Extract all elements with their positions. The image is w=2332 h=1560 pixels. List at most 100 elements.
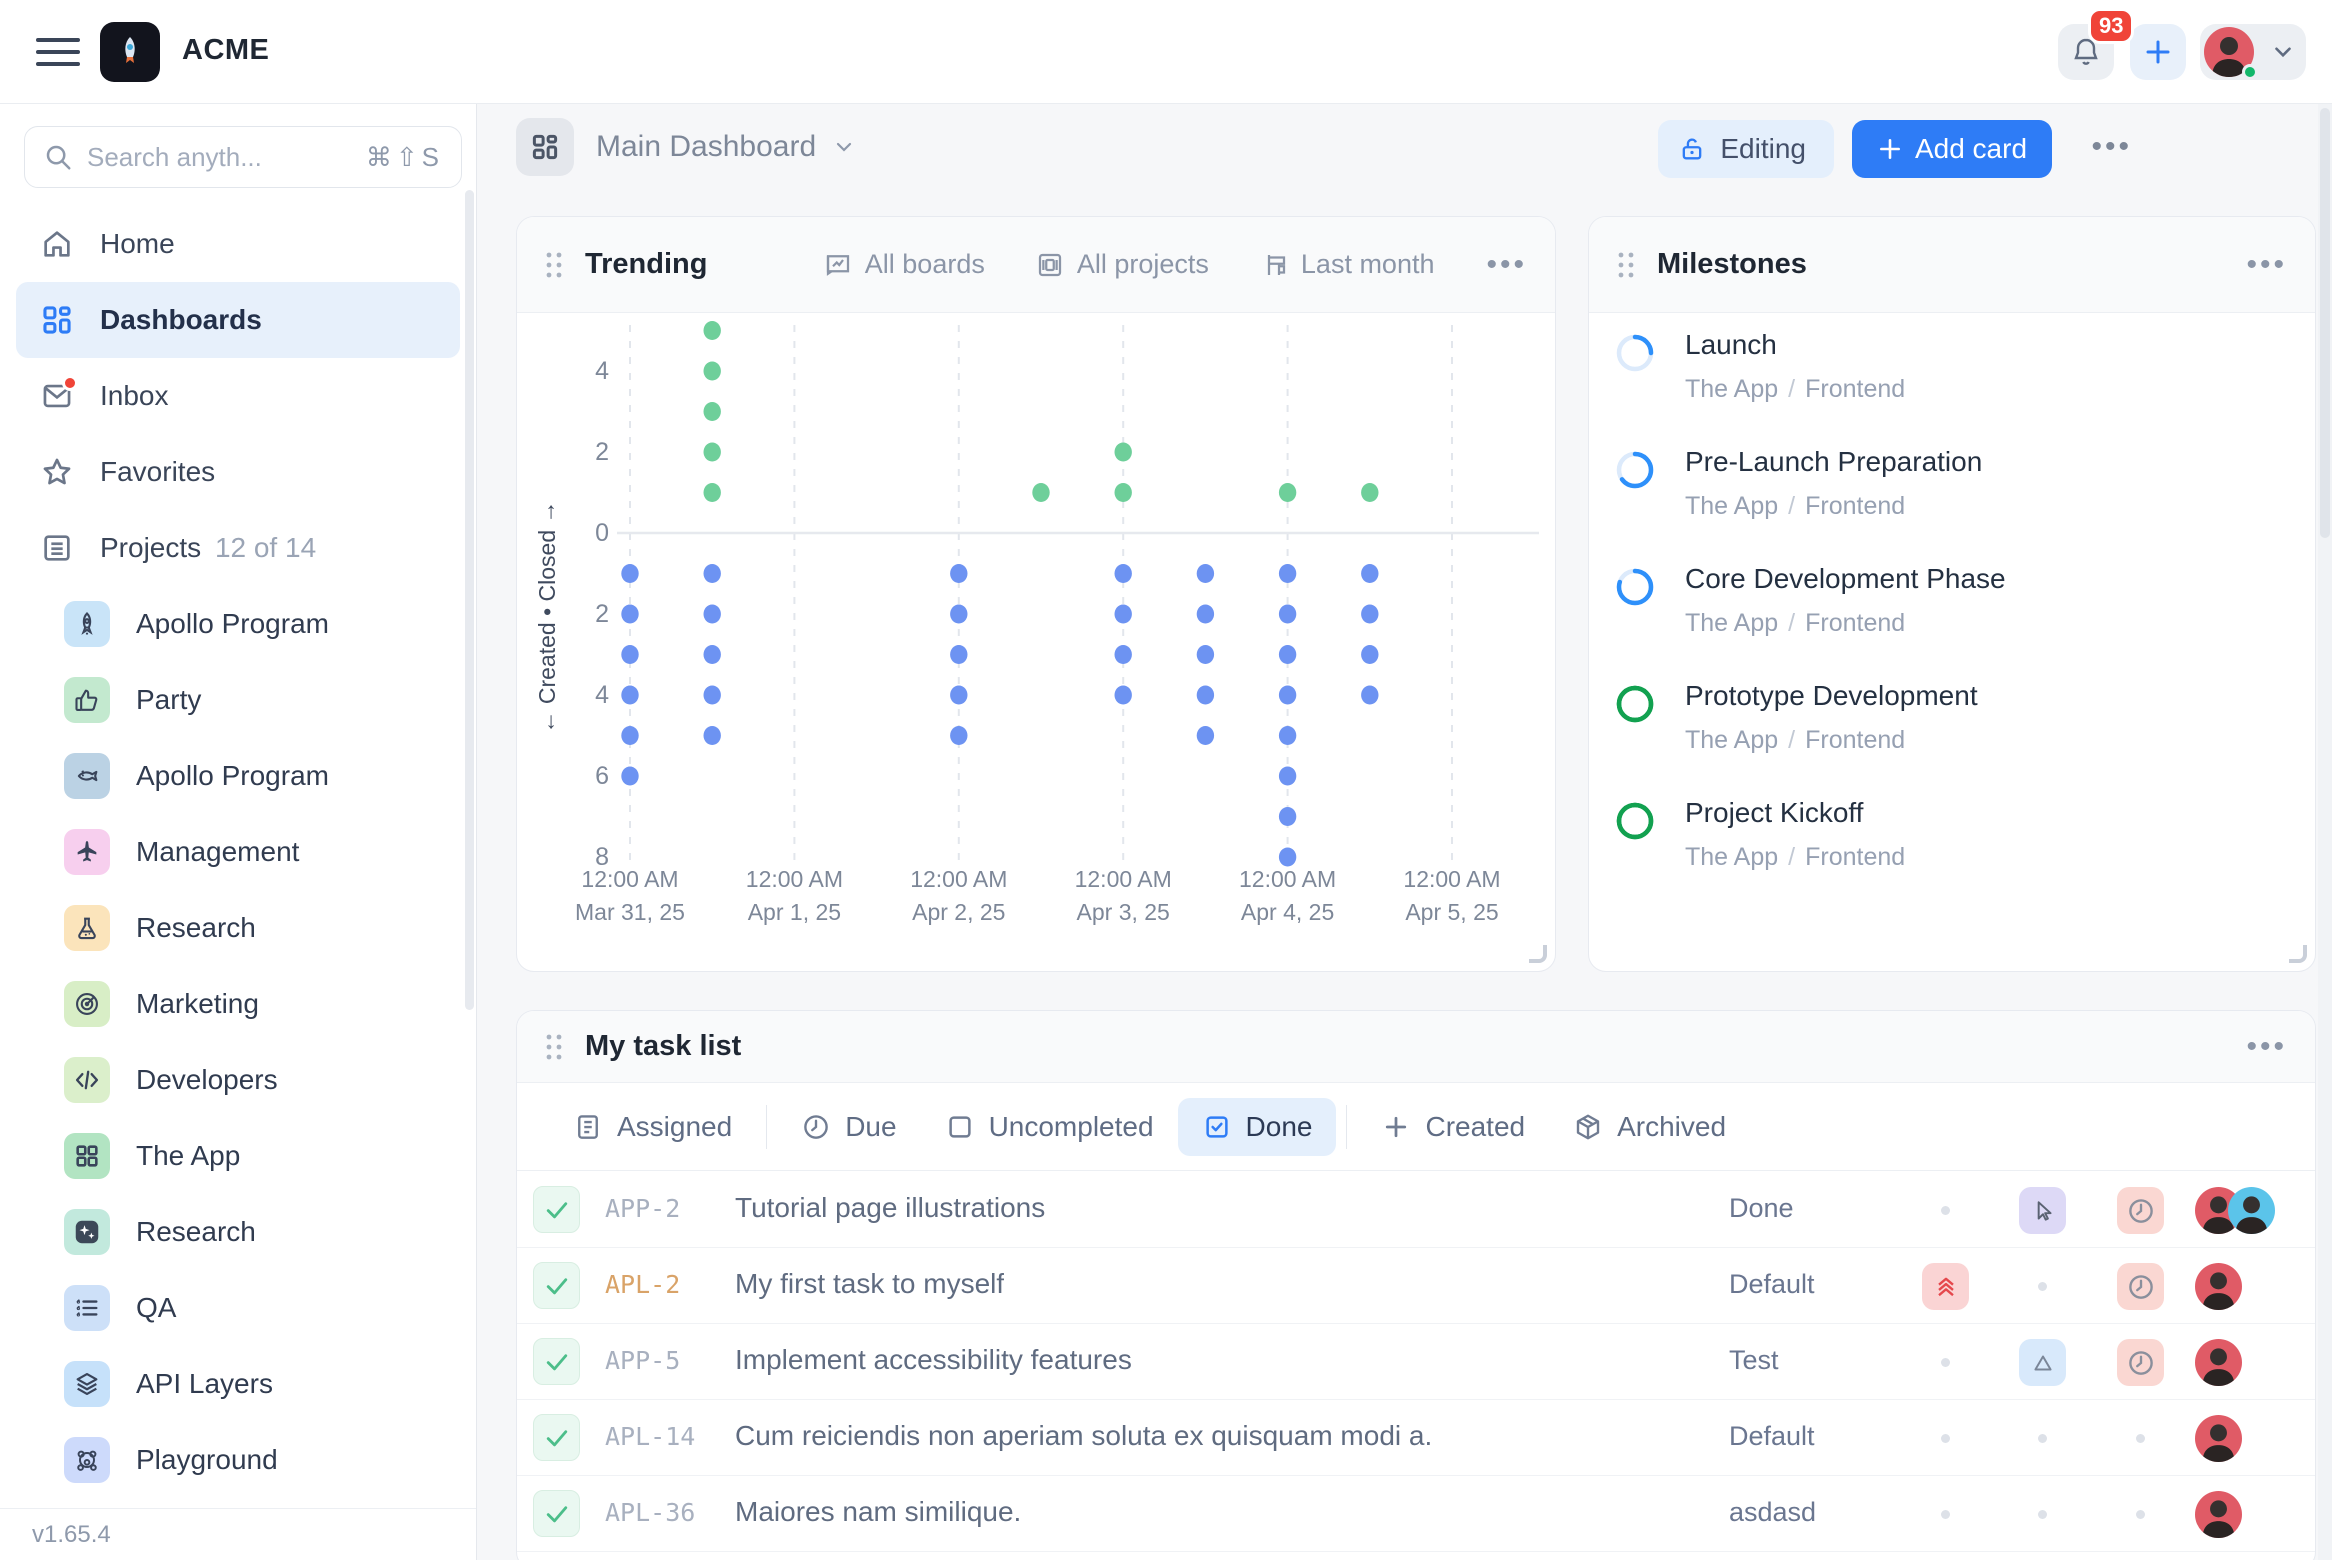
assignee-avatar[interactable]	[2195, 1339, 2242, 1386]
all-projects-filter[interactable]: All projects	[1035, 249, 1209, 280]
sidebar-item-home[interactable]: Home	[16, 206, 460, 282]
sidebar-project-apollo-program[interactable]: Apollo Program	[16, 586, 460, 662]
sidebar-project-the-app[interactable]: The App	[16, 1118, 460, 1194]
task-status[interactable]: Default	[1729, 1421, 1815, 1452]
milestones-more-button[interactable]: •••	[2246, 248, 2287, 282]
trending-more-button[interactable]: •••	[1486, 248, 1527, 282]
dashboard-icon[interactable]	[516, 118, 574, 176]
hamburger-menu-icon[interactable]	[36, 32, 80, 72]
workspace-logo[interactable]	[100, 22, 160, 82]
task-list-more-button[interactable]: •••	[2246, 1030, 2287, 1064]
milestone-title: Pre-Launch Preparation	[1685, 446, 1982, 478]
search-input[interactable]	[87, 142, 352, 173]
task-status[interactable]: Test	[1729, 1345, 1779, 1376]
milestone-item-core-development-phase[interactable]: Core Development PhaseThe App/Frontend	[1589, 547, 2315, 664]
sidebar-project-party[interactable]: Party	[16, 662, 460, 738]
task-assignees	[2195, 1339, 2242, 1386]
clock-badge[interactable]	[2117, 1187, 2164, 1234]
drag-handle-icon[interactable]	[1617, 250, 1635, 280]
chevrons-badge[interactable]	[1922, 1263, 1969, 1310]
home-icon	[40, 227, 74, 261]
dashboard-switcher[interactable]: Main Dashboard	[596, 130, 856, 164]
checksquare-icon	[1202, 1112, 1232, 1142]
task-id: APL-2	[605, 1270, 680, 1299]
task-id: APL-14	[605, 1422, 695, 1451]
sidebar-project-qa[interactable]: QA	[16, 1270, 460, 1346]
task-row-apl-2[interactable]: APL-2My first task to myselfDefault	[517, 1248, 2315, 1324]
empty-slot-dot	[2038, 1434, 2047, 1443]
inbox-unread-dot	[62, 375, 78, 391]
task-done-checkbox[interactable]	[533, 1186, 580, 1233]
trending-card: Trending All boards All projects Last mo…	[516, 216, 1556, 972]
task-filter-assigned[interactable]: Assigned	[549, 1098, 756, 1156]
assignee-avatar[interactable]	[2228, 1187, 2275, 1234]
sidebar-project-research[interactable]: Research	[16, 1194, 460, 1270]
assignee-avatar[interactable]	[2195, 1491, 2242, 1538]
quick-add-button[interactable]	[2130, 24, 2186, 80]
clock-badge[interactable]	[2117, 1339, 2164, 1386]
add-card-button[interactable]: Add card	[1852, 120, 2052, 178]
sidebar-project-api-layers[interactable]: API Layers	[16, 1346, 460, 1422]
clock-badge[interactable]	[2117, 1263, 2164, 1310]
milestone-item-launch[interactable]: LaunchThe App/Frontend	[1589, 313, 2315, 430]
svg-text:← Created • Closed →: ← Created • Closed →	[534, 500, 560, 733]
task-row-apl-36[interactable]: APL-36Maiores nam similique.asdasd	[517, 1476, 2315, 1552]
task-done-checkbox[interactable]	[533, 1262, 580, 1309]
main-scrollbar[interactable]	[2318, 104, 2332, 1560]
task-row-app-5[interactable]: APP-5Implement accessibility featuresTes…	[517, 1324, 2315, 1400]
milestones-card: Milestones ••• LaunchThe App/FrontendPre…	[1588, 216, 2316, 972]
task-filter-uncompleted[interactable]: Uncompleted	[921, 1098, 1178, 1156]
sidebar-item-favorites[interactable]: Favorites	[16, 434, 460, 510]
sidebar-item-dashboards[interactable]: Dashboards	[16, 282, 460, 358]
filter-label: Uncompleted	[989, 1111, 1154, 1143]
search-box[interactable]: ⌘⇧S	[24, 126, 462, 188]
task-done-checkbox[interactable]	[533, 1338, 580, 1385]
task-row-apl-14[interactable]: APL-14Cum reiciendis non aperiam soluta …	[517, 1400, 2315, 1476]
editing-toggle-button[interactable]: Editing	[1658, 120, 1834, 178]
svg-text:12:00 AM: 12:00 AM	[746, 866, 843, 892]
sidebar-item-projects[interactable]: Projects 12 of 14	[16, 510, 460, 586]
sidebar-project-playground[interactable]: Playground	[16, 1422, 460, 1498]
assignee-avatar[interactable]	[2195, 1263, 2242, 1310]
task-row-app-2[interactable]: APP-2Tutorial page illustrationsDone	[517, 1172, 2315, 1248]
empty-slot-dot	[2038, 1282, 2047, 1291]
resize-handle[interactable]	[2289, 945, 2307, 963]
sidebar-project-developers[interactable]: Developers	[16, 1042, 460, 1118]
dashboard-more-button[interactable]: •••	[2091, 130, 2132, 164]
task-filter-archived[interactable]: Archived	[1549, 1098, 1750, 1156]
milestone-item-pre-launch-preparation[interactable]: Pre-Launch PreparationThe App/Frontend	[1589, 430, 2315, 547]
sidebar: ⌘⇧S HomeDashboardsInboxFavoritesProjects…	[0, 104, 477, 1560]
flask-icon	[64, 905, 110, 951]
task-filter-due[interactable]: Due	[777, 1098, 920, 1156]
task-status[interactable]: Done	[1729, 1193, 1794, 1224]
drag-handle-icon[interactable]	[545, 250, 563, 280]
sidebar-project-management[interactable]: Management	[16, 814, 460, 890]
all-boards-filter[interactable]: All boards	[823, 249, 985, 280]
triangle-badge[interactable]	[2019, 1339, 2066, 1386]
milestone-item-prototype-development[interactable]: Prototype DevelopmentThe App/Frontend	[1589, 664, 2315, 781]
project-name: Research	[136, 912, 256, 944]
task-done-checkbox[interactable]	[533, 1490, 580, 1537]
task-status[interactable]: asdasd	[1729, 1497, 1816, 1528]
date-range-filter[interactable]: Last month	[1259, 249, 1435, 280]
project-name: The App	[136, 1140, 240, 1172]
project-name: Research	[136, 1216, 256, 1248]
svg-text:4: 4	[595, 681, 609, 709]
trending-card-header: Trending All boards All projects Last mo…	[517, 217, 1555, 313]
sidebar-item-inbox[interactable]: Inbox	[16, 358, 460, 434]
task-done-checkbox[interactable]	[533, 1414, 580, 1461]
resize-handle[interactable]	[1529, 945, 1547, 963]
sidebar-project-marketing[interactable]: Marketing	[16, 966, 460, 1042]
milestone-item-project-kickoff[interactable]: Project KickoffThe App/Frontend	[1589, 781, 2315, 898]
task-status[interactable]: Default	[1729, 1269, 1815, 1300]
task-filter-created[interactable]: Created	[1357, 1098, 1549, 1156]
sidebar-project-research[interactable]: Research	[16, 890, 460, 966]
cursor-badge[interactable]	[2019, 1187, 2066, 1234]
task-filter-bar: Assigned Due Uncompleted Done CreatedArchive…	[517, 1083, 2315, 1171]
assignee-avatar[interactable]	[2195, 1415, 2242, 1462]
task-filter-done[interactable]: Done	[1178, 1098, 1337, 1156]
task-assignees	[2195, 1187, 2275, 1234]
sidebar-project-apollo-program[interactable]: Apollo Program	[16, 738, 460, 814]
drag-handle-icon[interactable]	[545, 1032, 563, 1062]
sidebar-scrollbar[interactable]	[465, 190, 474, 1010]
